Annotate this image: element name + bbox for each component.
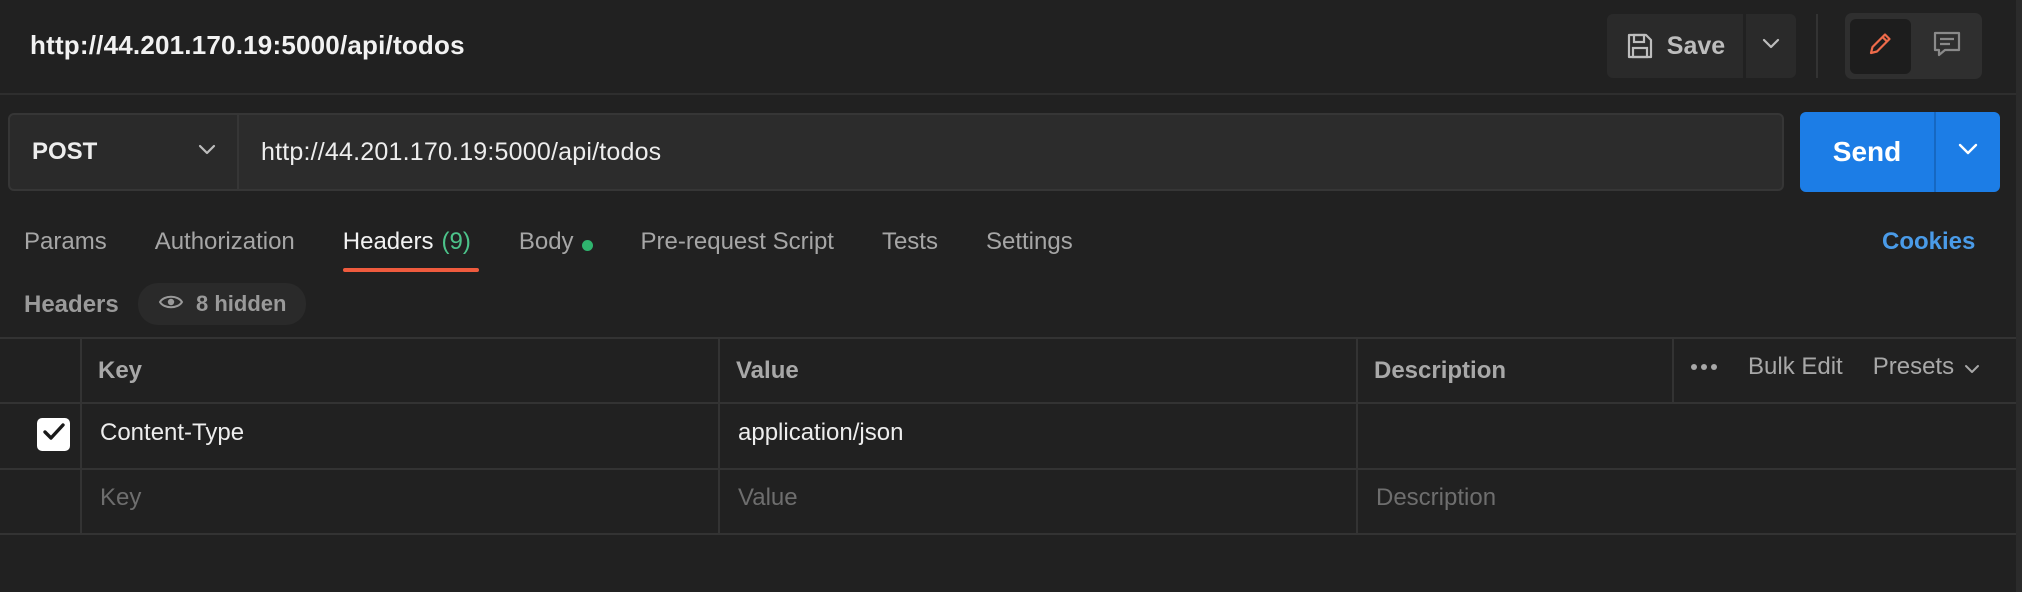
- tab-label: Params: [24, 228, 107, 255]
- tab-body[interactable]: Body: [519, 222, 593, 272]
- bulk-edit-button[interactable]: Bulk Edit: [1748, 353, 1843, 381]
- table-actions: Bulk Edit Presets: [1690, 353, 1980, 381]
- send-button[interactable]: Send: [1800, 112, 1934, 192]
- header-key-cell[interactable]: Content-Type: [100, 419, 244, 447]
- view-mode-toggle: [1845, 13, 1982, 79]
- tab-label: Settings: [985, 228, 1073, 255]
- tab-pre-request-script[interactable]: Pre-request Script: [641, 222, 834, 272]
- tab-count: (9): [441, 228, 471, 255]
- new-value-input[interactable]: Value: [738, 484, 798, 512]
- save-group: Save: [1607, 14, 1796, 78]
- presets-label: Presets: [1872, 353, 1955, 380]
- new-key-input[interactable]: Key: [100, 484, 141, 512]
- send-label: Send: [1832, 136, 1902, 167]
- divider: [0, 533, 2016, 535]
- tab-tests[interactable]: Tests: [882, 222, 938, 272]
- hidden-headers-toggle[interactable]: 8 hidden: [138, 283, 306, 325]
- divider: [80, 337, 82, 535]
- header-value-cell[interactable]: application/json: [738, 419, 903, 447]
- eye-icon: [158, 293, 184, 316]
- chevron-down-icon: [197, 143, 217, 161]
- pencil-icon: [1865, 29, 1895, 64]
- hidden-count: 8 hidden: [196, 291, 287, 316]
- divider: [1356, 337, 1358, 535]
- divider: [0, 337, 2016, 339]
- request-title[interactable]: http://44.201.170.19:5000/api/todos: [30, 30, 465, 61]
- tab-label: Authorization: [154, 228, 295, 255]
- tab-settings[interactable]: Settings: [986, 222, 1073, 272]
- comment-icon: [1931, 29, 1963, 64]
- send-group: Send: [1800, 112, 2000, 192]
- method-select[interactable]: POST: [8, 113, 239, 191]
- request-header: http://44.201.170.19:5000/api/todos Save: [0, 0, 2016, 95]
- tab-authorization[interactable]: Authorization: [155, 222, 295, 272]
- method-label: POST: [32, 138, 98, 165]
- column-header-value: Value: [736, 357, 799, 384]
- divider: [1672, 337, 1674, 403]
- row-enabled-checkbox[interactable]: [37, 418, 70, 451]
- request-tabs: Params Authorization Headers (9) Body Pr…: [24, 222, 1121, 272]
- edit-mode-button[interactable]: [1850, 18, 1911, 74]
- url-input[interactable]: http://44.201.170.19:5000/api/todos: [239, 113, 1784, 191]
- divider: [0, 468, 2016, 470]
- headers-table: Key Value Description Bulk Edit Presets: [0, 337, 2016, 535]
- column-header-description: Description: [1374, 357, 1507, 384]
- chevron-down-icon: [1761, 37, 1781, 55]
- ellipsis-icon: [1690, 358, 1718, 375]
- divider: [718, 337, 720, 535]
- save-label: Save: [1666, 31, 1726, 60]
- modified-dot-icon: [581, 240, 593, 251]
- chevron-down-icon: [1957, 143, 1979, 161]
- save-options-button[interactable]: [1746, 14, 1796, 78]
- header-description-cell[interactable]: [1376, 419, 1996, 459]
- divider: [0, 402, 2016, 404]
- headers-section-title: Headers: [24, 291, 119, 318]
- column-header-key: Key: [98, 357, 143, 384]
- presets-dropdown[interactable]: Presets: [1873, 353, 1980, 381]
- cookies-link[interactable]: Cookies: [1882, 228, 1975, 256]
- checkmark-icon: [42, 422, 66, 447]
- comments-mode-button[interactable]: [1917, 19, 1978, 74]
- bulk-edit-label: Bulk Edit: [1748, 353, 1843, 380]
- save-button[interactable]: Save: [1607, 14, 1743, 78]
- tab-label: Headers: [342, 228, 434, 255]
- tab-label: Tests: [881, 228, 938, 255]
- scrollbar[interactable]: [2016, 0, 2022, 592]
- chevron-down-icon: [1964, 353, 1980, 381]
- floppy-disk-icon: [1625, 31, 1655, 61]
- tab-params[interactable]: Params: [24, 222, 107, 272]
- url-text: http://44.201.170.19:5000/api/todos: [261, 137, 662, 166]
- new-description-input[interactable]: Description: [1376, 484, 1496, 512]
- send-options-button[interactable]: [1936, 112, 2000, 192]
- tab-headers[interactable]: Headers (9): [342, 222, 479, 272]
- tab-label: Body: [518, 228, 574, 255]
- active-tab-indicator: [342, 268, 479, 272]
- more-options-button[interactable]: [1690, 358, 1718, 376]
- tab-label: Pre-request Script: [640, 228, 834, 255]
- request-editor: http://44.201.170.19:5000/api/todos Save: [0, 0, 2022, 592]
- divider: [1816, 14, 1818, 78]
